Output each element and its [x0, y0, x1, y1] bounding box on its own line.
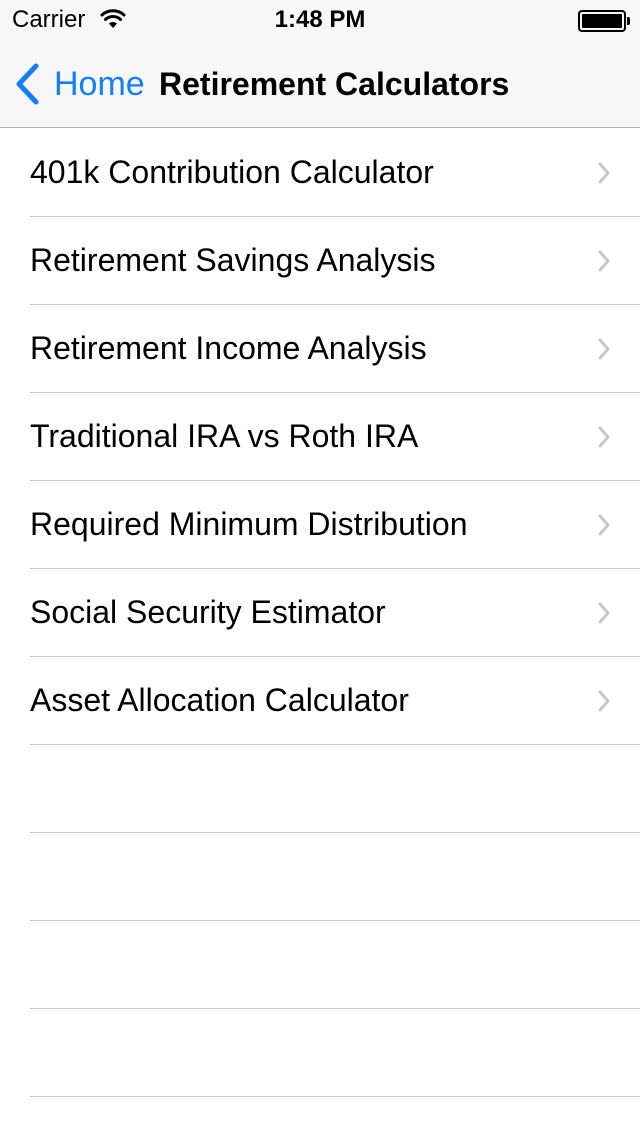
chevron-right-icon [598, 514, 610, 536]
list-item-required-minimum-distribution[interactable]: Required Minimum Distribution [0, 481, 640, 569]
empty-row [0, 921, 640, 1009]
row-separator [30, 1096, 640, 1097]
list-item-label: Asset Allocation Calculator [30, 682, 409, 718]
page-title: Retirement Calculators [159, 66, 510, 102]
chevron-right-icon [598, 602, 610, 624]
list-item-social-security-estimator[interactable]: Social Security Estimator [0, 569, 640, 657]
list-item-traditional-ira-vs-roth-ira[interactable]: Traditional IRA vs Roth IRA [0, 393, 640, 481]
chevron-right-icon [598, 338, 610, 360]
battery-icon [578, 10, 630, 32]
back-button-label: Home [54, 65, 145, 103]
chevron-left-icon [16, 63, 39, 105]
list-item-retirement-savings-analysis[interactable]: Retirement Savings Analysis [0, 217, 640, 305]
list-item-label: 401k Contribution Calculator [30, 154, 434, 190]
empty-row [0, 745, 640, 833]
status-time: 1:48 PM [274, 6, 366, 33]
list-item-label: Retirement Income Analysis [30, 330, 427, 366]
chevron-right-icon [598, 250, 610, 272]
list-item-label: Required Minimum Distribution [30, 506, 468, 542]
list-item-label: Social Security Estimator [30, 594, 386, 630]
empty-row [0, 1009, 640, 1097]
list-item-label: Retirement Savings Analysis [30, 242, 436, 278]
status-bar: Carrier 1:48 PM [0, 0, 640, 40]
list-item-retirement-income-analysis[interactable]: Retirement Income Analysis [0, 305, 640, 393]
back-button[interactable]: Home [14, 62, 145, 106]
list-item-401k-contribution-calculator[interactable]: 401k Contribution Calculator [0, 129, 640, 217]
calculator-list: 401k Contribution Calculator Retirement … [0, 129, 640, 1097]
list-item-label: Traditional IRA vs Roth IRA [30, 418, 419, 454]
chevron-right-icon [598, 426, 610, 448]
navigation-bar: Home Retirement Calculators [0, 40, 640, 128]
list-item-asset-allocation-calculator[interactable]: Asset Allocation Calculator [0, 657, 640, 745]
empty-row [0, 833, 640, 921]
chevron-right-icon [598, 162, 610, 184]
chevron-right-icon [598, 690, 610, 712]
